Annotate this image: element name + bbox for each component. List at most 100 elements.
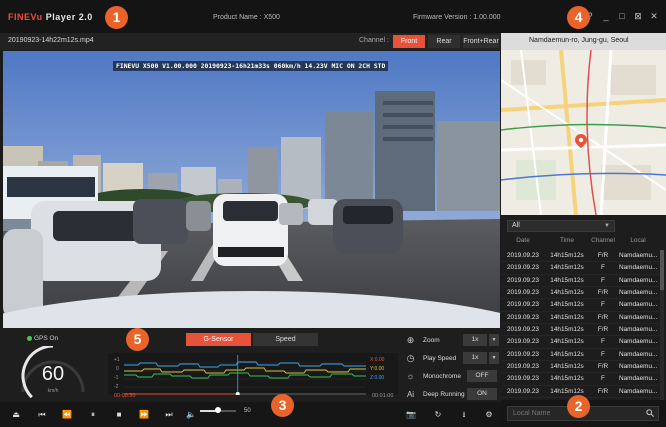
row-date: 2019.09.23 [507, 289, 539, 297]
y-series-line [124, 367, 366, 374]
map-header: Namdaemun-ro, Jung-gu, Seoul [501, 33, 666, 50]
fast-forward-icon[interactable]: ⏩ [137, 408, 151, 421]
channel-front-rear-button[interactable]: Front+Rear [463, 35, 499, 48]
list-item[interactable]: 2019.09.23 14h15m12s F/R Namdaemu... [501, 312, 659, 325]
chevron-down-icon[interactable]: ▼ [489, 352, 499, 364]
monochrome-toggle[interactable]: OFF [467, 370, 497, 382]
row-time: 14h15m12s [550, 363, 584, 371]
list-header: Date Time Channel Local [501, 237, 666, 249]
list-item[interactable]: 2019.09.23 14h15m12s F/R Namdaemu... [501, 287, 659, 300]
column-channel[interactable]: Channel [589, 237, 617, 249]
brand-player: Player 2.0 [45, 12, 93, 22]
row-date: 2019.09.23 [507, 363, 539, 371]
video-frame[interactable]: FINEVU X500 V1.00.000 20190923-16h21m33s… [3, 51, 500, 328]
column-local[interactable]: Local [617, 237, 659, 249]
previous-file-icon[interactable]: ⏮ [35, 408, 49, 421]
row-time: 14h15m12s [550, 313, 584, 321]
file-name: 20190923-14h22m12s.mp4 [8, 37, 94, 44]
deep-running-toggle[interactable]: ON [467, 388, 497, 400]
list-item[interactable]: 2019.09.23 14h15m12s F Namdaemu... [501, 299, 659, 312]
row-date: 2019.09.23 [507, 252, 539, 259]
location-pin-icon [575, 134, 587, 148]
list-item[interactable]: 2019.09.23 14h15m12s F Namdaemu... [501, 336, 659, 349]
tab-g-sensor[interactable]: G-Sensor [186, 333, 251, 346]
row-time: 14h15m12s [550, 375, 584, 383]
chevron-down-icon[interactable]: ▼ [489, 334, 499, 346]
map-graphic [501, 50, 666, 215]
maximize-icon[interactable]: □ [618, 11, 626, 22]
list-item[interactable]: 2019.09.23 14h15m12s F Namdaemu... [501, 373, 659, 386]
monochrome-label: Monochrome [423, 373, 461, 380]
list-item[interactable]: 2019.09.23 14h15m12s F/R Namdaemu... [501, 361, 659, 374]
g-sensor-plot: +1 0 -1 -2 X:0.00 Y:0.00 Z:0.00 [114, 355, 385, 396]
volume-icon[interactable]: 🔈 [184, 408, 198, 421]
download-icon[interactable]: ⭳ [457, 408, 471, 421]
row-local: Namdaemu... [619, 375, 658, 383]
tab-speed[interactable]: Speed [253, 333, 318, 346]
row-local: Namdaemu... [619, 276, 658, 284]
speed-unit: km/h [48, 388, 59, 394]
speed-gauge: 60 km/h [15, 344, 91, 399]
rotate-icon[interactable]: ↻ [431, 408, 445, 421]
column-date[interactable]: Date [501, 237, 545, 249]
zoom-icon: ⊕ [406, 335, 415, 345]
camera-icon[interactable]: 📷 [404, 408, 418, 421]
list-scroll-thumb[interactable] [660, 250, 664, 290]
zoom-row: ⊕ Zoom 1x ▼ [403, 332, 499, 350]
filter-select[interactable]: All ▼ [507, 220, 615, 232]
row-channel: F [601, 375, 605, 383]
close-icon[interactable]: ✕ [650, 11, 658, 22]
list-item[interactable]: 2019.09.23 14h15m12s F Namdaemu... [501, 349, 659, 362]
channel-rear-button[interactable]: Rear [428, 35, 460, 48]
row-time: 14h15m12s [550, 350, 584, 358]
list-item[interactable]: 2019.09.23 14h15m12s F/R Namdaemu... [501, 324, 659, 337]
row-date: 2019.09.23 [507, 264, 539, 272]
play-speed-label: Play Speed [423, 355, 457, 362]
y-tick-minus2: -2 [114, 384, 119, 390]
product-name: Product Name : X500 [213, 14, 280, 21]
minimize-icon[interactable]: _ [602, 11, 610, 22]
callout-badge-5: 5 [126, 328, 149, 351]
volume-slider-knob[interactable] [215, 407, 221, 413]
row-local: Namdaemu... [619, 338, 658, 346]
y-tick-minus1: -1 [114, 375, 119, 381]
deep-running-label: Deep Running [423, 391, 465, 398]
row-local: Namdaemu... [619, 326, 658, 334]
ai-icon: Ai [406, 390, 415, 399]
restore-icon[interactable]: ⊠ [634, 11, 642, 22]
row-channel: F/R [597, 289, 609, 297]
next-file-icon[interactable]: ⏭ [162, 408, 176, 421]
list-item[interactable]: 2019.09.23 14h15m12s F/R Namdaemu... [501, 250, 659, 263]
rewind-icon[interactable]: ⏪ [60, 408, 74, 421]
gps-status-label: GPS On [34, 335, 59, 342]
play-speed-select[interactable]: 1x [463, 352, 487, 364]
channel-label: Channel : [359, 37, 389, 44]
column-time[interactable]: Time [545, 237, 589, 249]
list-item[interactable]: 2019.09.23 14h15m12s F Namdaemu... [501, 275, 659, 288]
file-list: 2019.09.23 14h15m12s F/R Namdaemu... 2019.09… [501, 250, 659, 399]
row-channel: F/R [597, 387, 609, 395]
channel-front-button[interactable]: Front [393, 35, 425, 48]
playback-bar [0, 402, 501, 427]
search-icon[interactable] [646, 409, 654, 417]
pause-icon[interactable]: ⏸ [86, 408, 100, 421]
gear-icon[interactable]: ⚙ [482, 408, 496, 421]
row-time: 14h15m12s [550, 276, 584, 284]
map-address: Namdaemun-ro, Jung-gu, Seoul [529, 37, 629, 44]
stop-icon[interactable]: ■ [112, 408, 126, 421]
speed-gauge-arc: 60 km/h [21, 344, 85, 399]
g-sensor-graph[interactable]: +1 0 -1 -2 X:0.00 Y:0.00 Z:0.00 [108, 353, 398, 396]
brightness-icon: ☼ [406, 371, 415, 381]
row-channel: F [601, 264, 605, 272]
play-speed-row: ◷ Play Speed 1x ▼ [403, 350, 499, 368]
row-channel: F/R [597, 313, 609, 321]
eject-icon[interactable]: ⏏ [9, 408, 23, 421]
play-speed-icon: ◷ [406, 353, 415, 363]
row-date: 2019.09.23 [507, 338, 539, 346]
row-local: Namdaemu... [619, 252, 658, 259]
zoom-select[interactable]: 1x [463, 334, 487, 346]
timeline-knob[interactable] [235, 392, 240, 396]
map-view[interactable] [501, 50, 666, 215]
row-local: Namdaemu... [619, 289, 658, 297]
list-item[interactable]: 2019.09.23 14h15m12s F Namdaemu... [501, 262, 659, 275]
